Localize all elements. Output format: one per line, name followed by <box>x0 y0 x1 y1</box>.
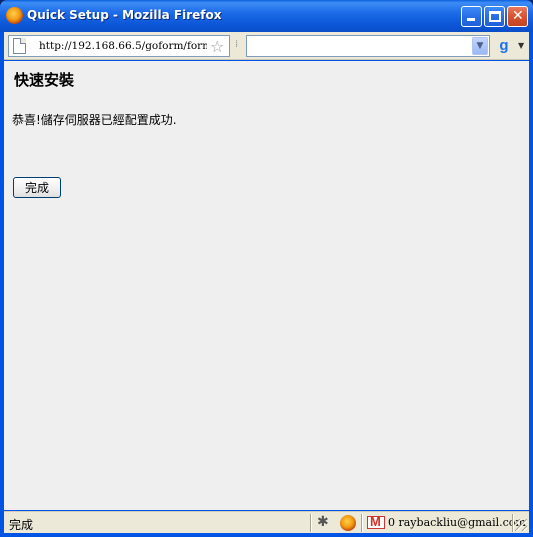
page-content: 快速安裝 恭喜!儲存伺服器已經配置成功. 完成 <box>4 61 529 510</box>
status-divider <box>361 514 362 532</box>
window-title: Quick Setup - Mozilla Firefox <box>27 8 222 22</box>
finish-button[interactable]: 完成 <box>13 177 61 198</box>
success-message: 恭喜!儲存伺服器已經配置成功. <box>12 113 177 127</box>
status-divider <box>512 514 513 532</box>
minimize-button[interactable] <box>461 6 482 27</box>
firefox-icon[interactable] <box>6 7 23 24</box>
maximize-button[interactable] <box>484 6 505 27</box>
gmail-status-text[interactable]: 0 raybackliu@gmail.com <box>388 516 526 529</box>
close-icon: ✕ <box>512 8 524 24</box>
gmail-icon[interactable] <box>367 514 385 529</box>
search-input[interactable]: ▼ <box>246 35 490 57</box>
url-bar[interactable]: http://192.168.66.5/goform/formQ ☆ <box>8 35 230 57</box>
status-bar: 完成 ✱ 0 raybackliu@gmail.com <box>4 511 529 533</box>
bug-icon[interactable]: ✱ <box>317 514 329 530</box>
search-engine-caret-icon[interactable]: ▼ <box>518 41 524 50</box>
maximize-icon <box>489 11 501 22</box>
navigation-toolbar: http://192.168.66.5/goform/formQ ☆ ⁞ ▼ g… <box>4 32 529 60</box>
page-icon <box>13 38 26 54</box>
resize-grip-icon[interactable] <box>515 519 527 531</box>
status-text: 完成 <box>9 518 34 532</box>
status-divider <box>310 514 311 532</box>
url-text[interactable]: http://192.168.66.5/goform/formQ <box>39 40 207 52</box>
google-icon[interactable]: g <box>495 37 513 55</box>
title-bar[interactable]: Quick Setup - Mozilla Firefox ✕ <box>0 0 533 32</box>
page-title: 快速安裝 <box>14 71 75 89</box>
dropdown-arrow-icon[interactable]: ▼ <box>472 37 488 55</box>
firefox-status-icon[interactable] <box>340 515 356 531</box>
minimize-icon <box>467 18 475 21</box>
bookmark-star-icon[interactable]: ☆ <box>210 37 224 56</box>
toolbar-splitter-icon[interactable]: ⁞ <box>235 39 238 50</box>
browser-window: Quick Setup - Mozilla Firefox ✕ http://1… <box>0 0 533 537</box>
close-button[interactable]: ✕ <box>507 6 528 27</box>
